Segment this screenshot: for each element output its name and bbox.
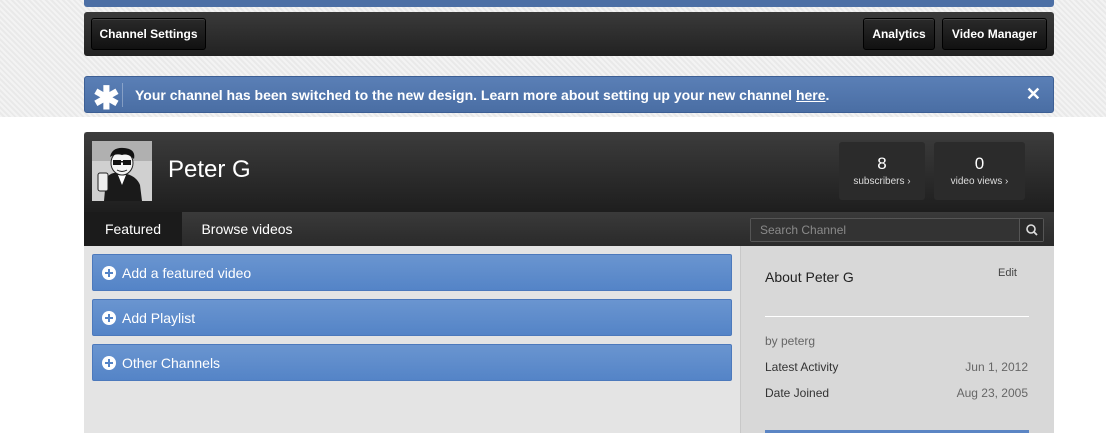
video-views-count: 0 — [974, 154, 985, 173]
edit-about-button[interactable]: Edit — [998, 267, 1017, 279]
search-button[interactable] — [1019, 219, 1043, 241]
new-design-notice: ✱ Your channel has been switched to the … — [84, 76, 1054, 116]
search-input[interactable] — [751, 219, 1021, 241]
section-label: Add Playlist — [122, 310, 196, 326]
video-views-label: video views › — [950, 176, 1009, 187]
tab-featured[interactable]: Featured — [84, 212, 182, 246]
channel-settings-button[interactable]: Channel Settings — [91, 18, 206, 50]
featured-column: Add a featured video Add Playlist Other … — [84, 246, 740, 433]
tab-browse-videos[interactable]: Browse videos — [182, 212, 312, 246]
notice-learn-more-link[interactable]: here — [796, 87, 826, 103]
channel-header: Peter G 8 subscribers › 0 video views › — [84, 132, 1054, 212]
date-joined-label: Date Joined — [765, 386, 830, 400]
about-title: About Peter G — [765, 269, 854, 285]
subscribers-count: 8 — [877, 154, 887, 173]
other-channels-section[interactable]: Other Channels — [92, 344, 732, 381]
channel-search — [750, 218, 1044, 242]
subscribers-stat[interactable]: 8 subscribers › — [839, 142, 925, 200]
add-playlist-section[interactable]: Add Playlist — [92, 299, 732, 336]
about-by-user[interactable]: by peterg — [765, 334, 815, 348]
plus-circle-icon — [102, 356, 116, 370]
top-blue-strip — [84, 0, 1054, 7]
section-label: Other Channels — [122, 355, 221, 371]
channel-toolbar: Channel Settings Analytics Video Manager — [84, 12, 1054, 56]
video-views-stat[interactable]: 0 video views › — [934, 142, 1025, 200]
about-divider — [765, 316, 1029, 317]
subscribers-label: subscribers › — [853, 176, 911, 187]
close-icon[interactable]: ✕ — [1026, 84, 1041, 105]
plus-circle-icon — [102, 266, 116, 280]
avatar[interactable] — [92, 141, 152, 201]
analytics-button[interactable]: Analytics — [863, 18, 935, 50]
notice-message: Your channel has been switched to the ne… — [135, 87, 829, 103]
notice-text: Your channel has been switched to the ne… — [135, 87, 796, 103]
about-sidebar: About Peter G Edit by peterg Latest Acti… — [740, 246, 1054, 433]
add-featured-video-section[interactable]: Add a featured video — [92, 254, 732, 291]
avatar-illustration — [92, 141, 152, 201]
notice-suffix: . — [825, 87, 830, 103]
latest-activity-value: Jun 1, 2012 — [965, 360, 1028, 374]
video-manager-button[interactable]: Video Manager — [942, 18, 1047, 50]
plus-circle-icon — [102, 311, 116, 325]
notice-divider — [122, 83, 123, 107]
search-icon — [1026, 224, 1038, 236]
star-asterisk-icon: ✱ — [93, 80, 120, 116]
date-joined-value: Aug 23, 2005 — [956, 386, 1028, 400]
channel-name: Peter G — [168, 156, 251, 183]
latest-activity-label: Latest Activity — [765, 360, 839, 374]
channel-page: Peter G 8 subscribers › 0 video views › … — [84, 132, 1054, 433]
section-label: Add a featured video — [122, 265, 252, 281]
